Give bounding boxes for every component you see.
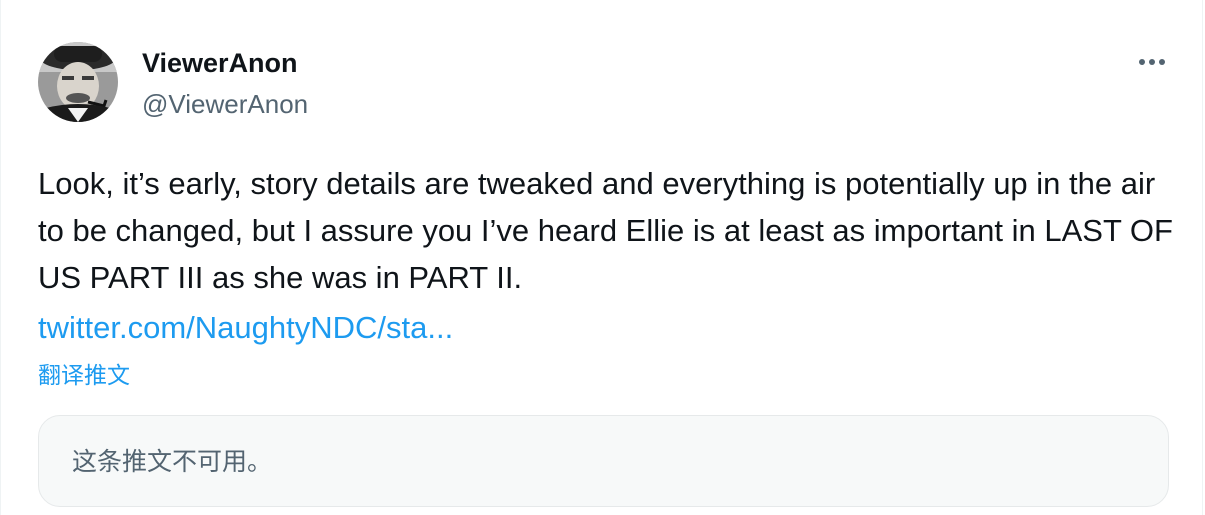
more-horizontal-icon	[1139, 59, 1165, 65]
tweet-body-text: Look, it’s early, story details are twea…	[38, 166, 1173, 295]
more-options-button[interactable]	[1132, 46, 1172, 78]
avatar[interactable]	[38, 42, 118, 122]
tweet-link[interactable]: twitter.com/NaughtyNDC/sta...	[38, 304, 453, 351]
quoted-tweet-unavailable-text: 这条推文不可用。	[72, 448, 273, 476]
author-display-name[interactable]: ViewerAnon	[142, 47, 298, 79]
quoted-tweet-box: 这条推文不可用。	[38, 415, 1169, 507]
translate-tweet-link[interactable]: 翻译推文	[38, 360, 130, 390]
tweet-card: ViewerAnon @ViewerAnon Look, it’s early,…	[0, 0, 1203, 515]
author-handle[interactable]: @ViewerAnon	[142, 88, 308, 120]
avatar-photo	[38, 42, 118, 122]
